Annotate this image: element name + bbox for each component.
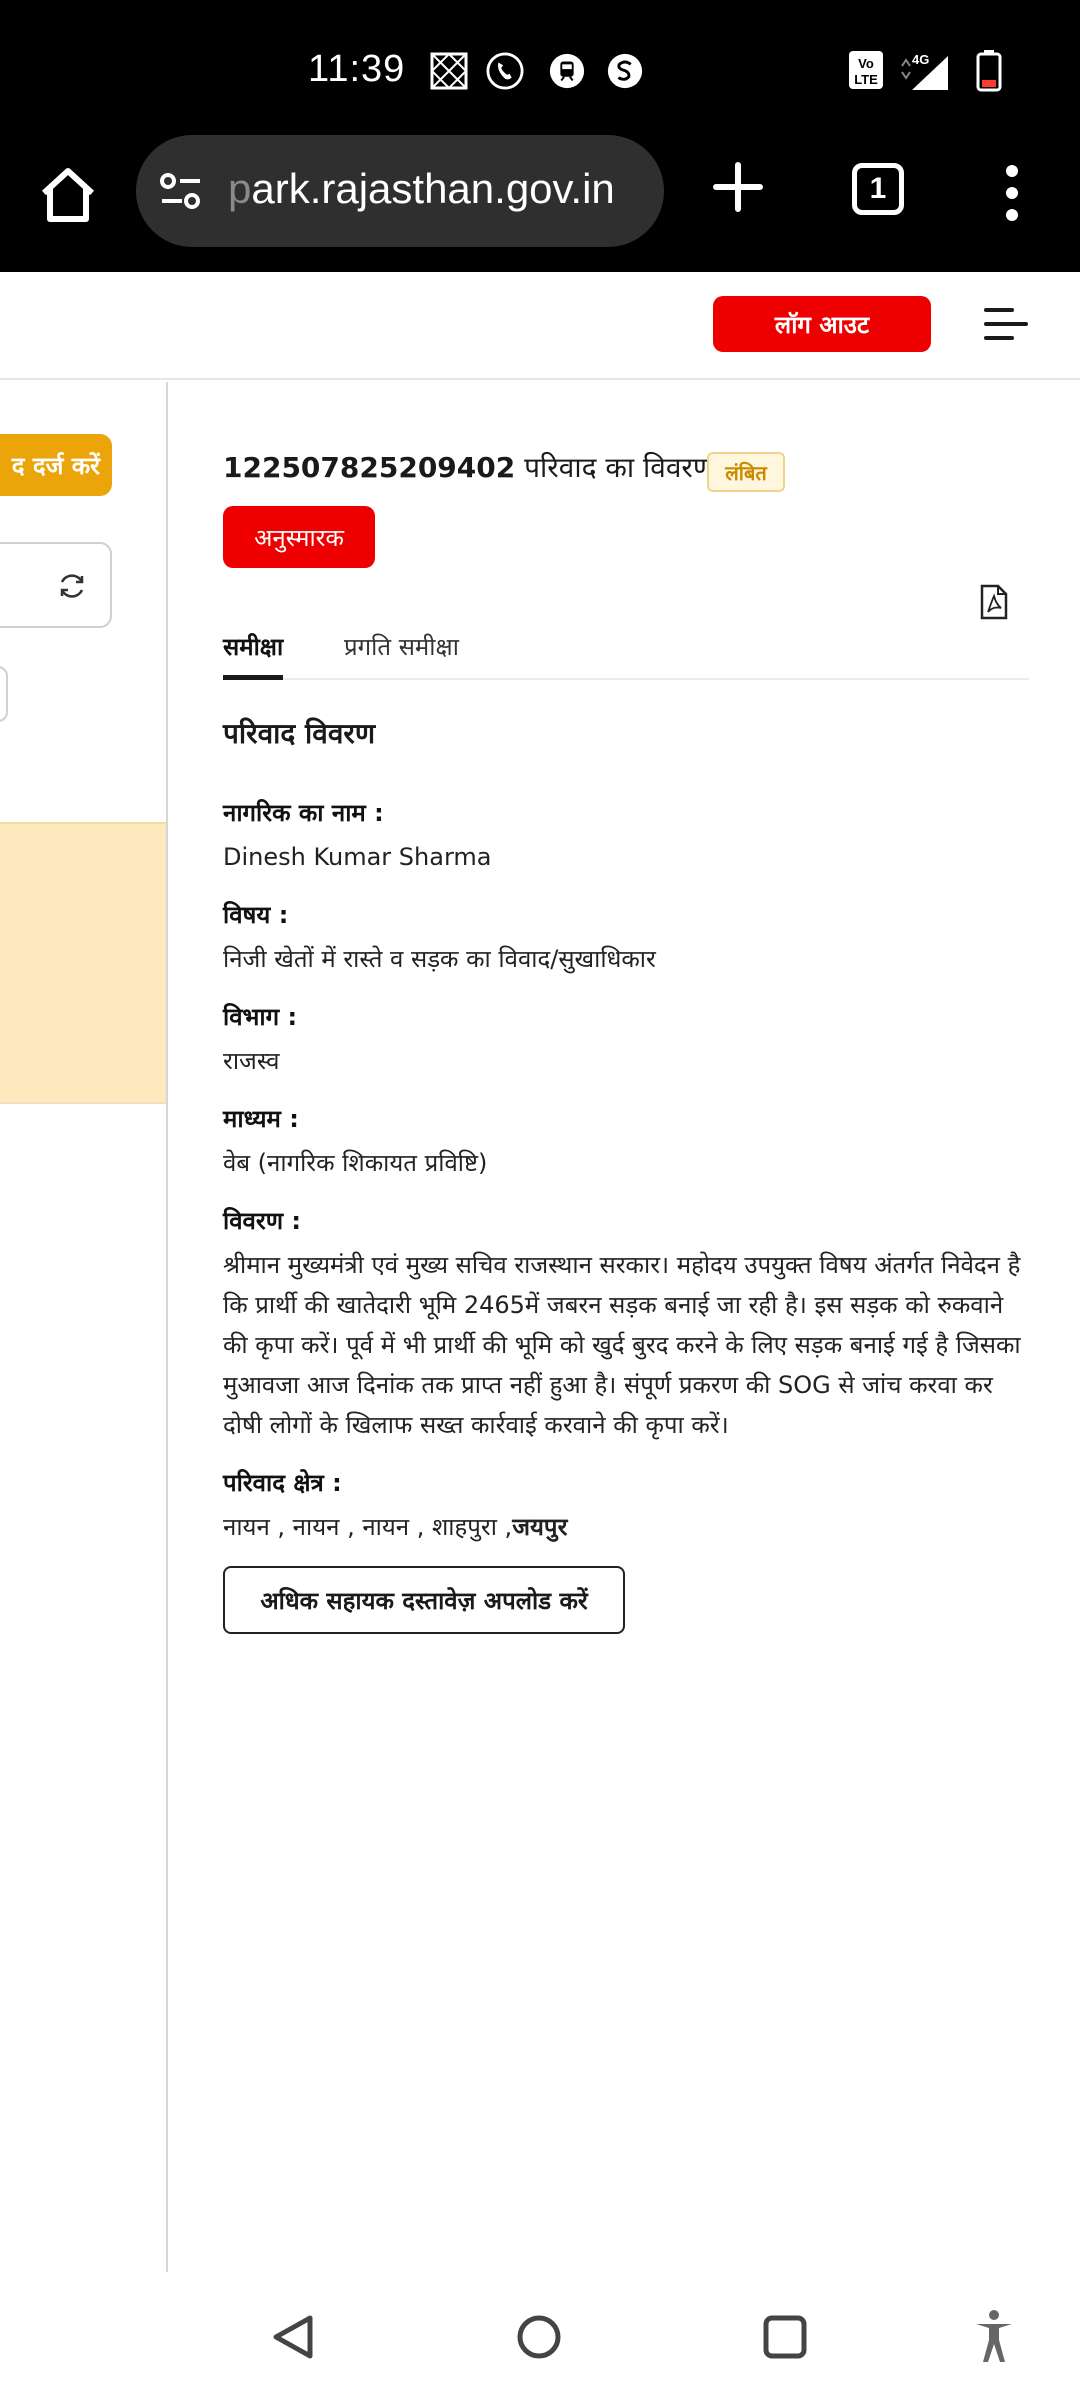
field-label: परिवाद क्षेत्र : (223, 1469, 342, 1497)
site-settings-icon[interactable] (158, 169, 204, 213)
battery-icon (976, 50, 1002, 96)
field-value: निजी खेतों में रास्ते व सड़क का विवाद/सु… (223, 945, 656, 973)
tab-progress-review[interactable]: प्रगति समीक्षा (344, 630, 459, 680)
site-header: लॉग आउट (0, 272, 1080, 380)
description-field: विवरण : श्रीमान मुख्यमंत्री एवं मुख्य सच… (223, 1204, 1029, 1445)
field-value: Dinesh Kumar Sharma (223, 843, 492, 871)
page-title: 122507825209402 परिवाद का विवरण (223, 448, 713, 486)
pdf-download-icon[interactable] (979, 584, 1009, 620)
department-field: विभाग : राजस्व (223, 1000, 1029, 1081)
status-bar: 11:39 Vo LTE 4G (0, 0, 1080, 135)
more-options-icon[interactable] (1000, 163, 1024, 223)
register-complaint-button[interactable]: द दर्ज करें (0, 434, 112, 496)
recent-apps-icon[interactable] (760, 2312, 810, 2362)
field-value: नायन , नायन , नायन , शाहपुरा ,जयपुर (223, 1507, 1029, 1547)
subject-field: विषय : निजी खेतों में रास्ते व सड़क का व… (223, 898, 1029, 979)
complaint-area-field: परिवाद क्षेत्र : नायन , नायन , नायन , शा… (223, 1466, 1029, 1547)
field-label: विवरण : (223, 1207, 302, 1235)
medium-field: माध्यम : वेब (नागरिक शिकायत प्रविष्टि) (223, 1102, 1029, 1183)
area-text: नायन , नायन , नायन , शाहपुरा , (223, 1513, 513, 1541)
svg-text:Vo: Vo (858, 56, 874, 71)
url-text: park.rajasthan.gov.in (228, 165, 615, 212)
refresh-icon[interactable] (56, 570, 88, 602)
tab-bar: समीक्षा प्रगति समीक्षा (223, 630, 1029, 680)
notification-grid-icon (430, 52, 468, 90)
signal-4g-icon: 4G (900, 50, 952, 96)
system-nav-bar (0, 2272, 1080, 2400)
complaint-list-item[interactable] (0, 822, 166, 1104)
tab-review[interactable]: समीक्षा (223, 630, 284, 680)
citizen-name-field: नागरिक का नाम : Dinesh Kumar Sharma (223, 796, 1029, 877)
field-value: वेब (नागरिक शिकायत प्रविष्टि) (223, 1149, 488, 1177)
reminder-button[interactable]: अनुस्मारक (223, 506, 375, 568)
left-panel: द दर्ज करें (0, 382, 168, 2272)
section-title: परिवाद विवरण (223, 717, 376, 750)
filter-dropdown[interactable] (0, 666, 8, 722)
browser-toolbar: park.rajasthan.gov.in 1 (0, 135, 1080, 272)
hamburger-menu-icon[interactable] (982, 304, 1030, 344)
home-icon[interactable] (36, 163, 100, 227)
field-value: राजस्व (223, 1047, 280, 1075)
search-filter-box[interactable] (0, 542, 112, 628)
field-label: विषय : (223, 901, 289, 929)
area-district: जयपुर (512, 1513, 568, 1541)
field-label: नागरिक का नाम : (223, 799, 384, 827)
status-badge: लंबित (707, 452, 785, 492)
field-label: विभाग : (223, 1003, 298, 1031)
svg-text:4G: 4G (912, 52, 929, 67)
complaint-number: 122507825209402 (223, 451, 516, 484)
volte-icon: Vo LTE (848, 50, 884, 94)
svg-text:LTE: LTE (854, 72, 878, 87)
accessibility-icon[interactable] (972, 2308, 1016, 2364)
url-bar[interactable]: park.rajasthan.gov.in (136, 135, 664, 247)
back-icon[interactable] (268, 2312, 318, 2362)
new-tab-icon[interactable] (708, 157, 768, 217)
call-icon (486, 52, 524, 90)
tab-switcher-button[interactable]: 1 (852, 163, 904, 215)
field-value: श्रीमान मुख्यमंत्री एवं मुख्य सचिव राजस्… (223, 1251, 1021, 1439)
status-time: 11:39 (308, 48, 406, 90)
field-label: माध्यम : (223, 1105, 299, 1133)
logout-button[interactable]: लॉग आउट (713, 296, 931, 352)
upload-documents-button[interactable]: अधिक सहायक दस्तावेज़ अपलोड करें (223, 1566, 625, 1634)
sync-icon (606, 52, 644, 90)
home-nav-icon[interactable] (514, 2312, 564, 2362)
train-icon (548, 52, 586, 90)
complaint-title-text: परिवाद का विवरण (515, 451, 714, 484)
